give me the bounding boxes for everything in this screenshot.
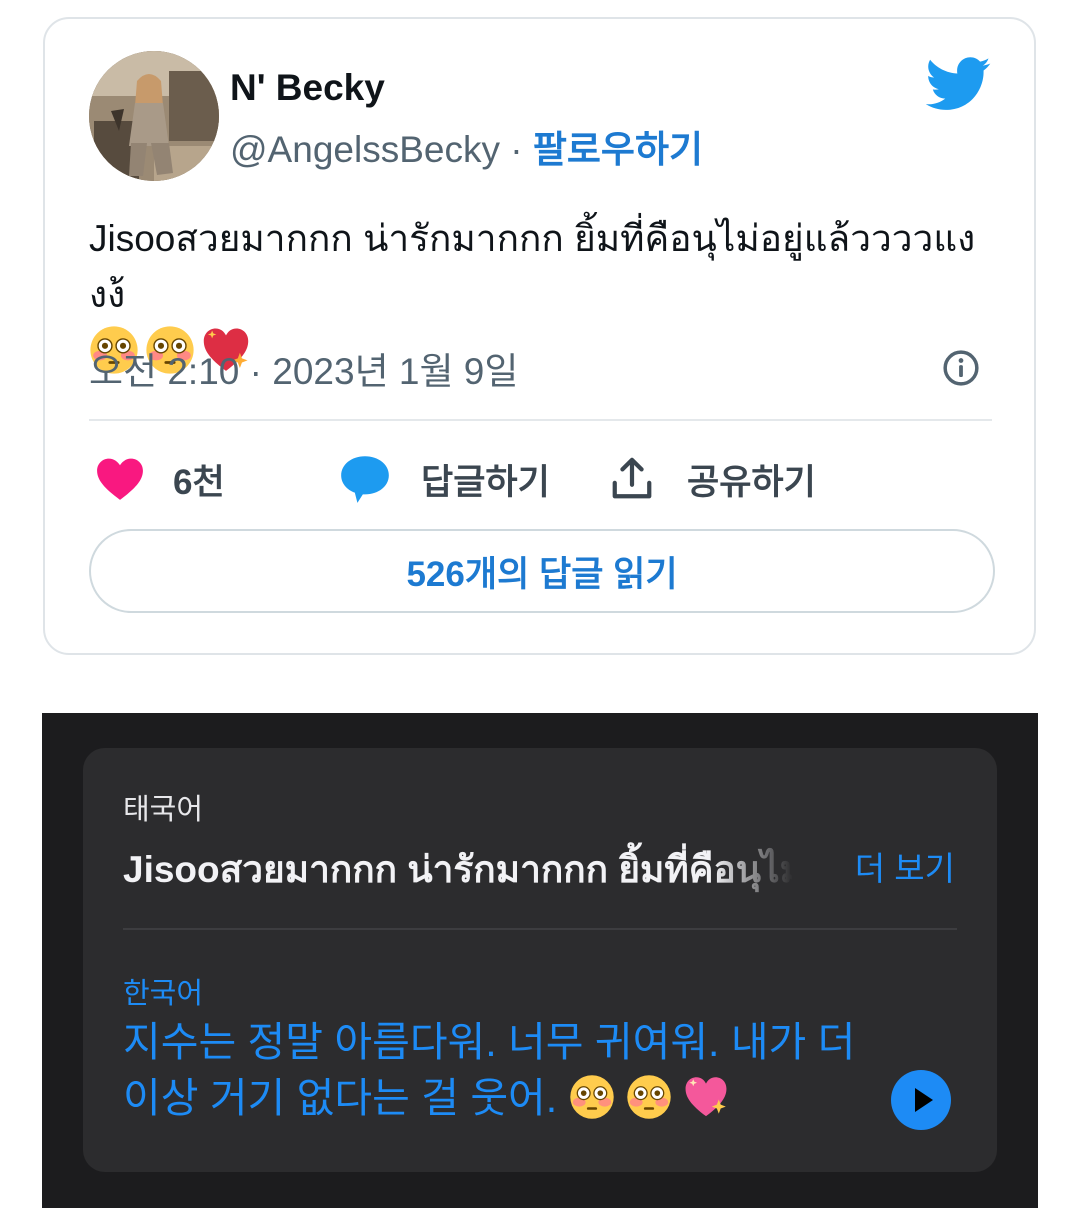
tweet-text: Jisooสวยมากกก น่ารักมากกก ยิ้มที่คือนุไม… [89, 218, 976, 315]
handle-separator: · [499, 129, 533, 170]
author-name[interactable]: N' Becky [230, 67, 385, 109]
tweet-actions: 6천 답글하기 공유하기 [95, 449, 816, 509]
flushed-face-icon [569, 1075, 614, 1119]
share-label: 공유하기 [687, 462, 816, 502]
sparkling-heart-icon [685, 1077, 727, 1117]
avatar[interactable] [89, 51, 219, 181]
more-link[interactable]: 더 보기 [855, 842, 955, 890]
play-audio-button[interactable] [891, 1070, 951, 1130]
translation-card: 태국어 Jisooสวยมากกก น่ารักมากกก ยิ้มที่คือ… [83, 748, 997, 1172]
tweet-card: N' Becky @AngelssBecky · 팔로우하기 Jisooสวยม… [43, 17, 1036, 655]
author-handle[interactable]: @AngelssBecky [230, 129, 500, 170]
tweet-divider [89, 419, 992, 421]
follow-link[interactable]: 팔로우하기 [533, 129, 703, 170]
share-button[interactable]: 공유하기 [609, 449, 816, 509]
reply-label: 답글하기 [421, 462, 550, 502]
share-upload-icon [612, 457, 652, 499]
translated-text: 지수는 정말 아름다워. 너무 귀여워. 내가 더 이상 거기 없다는 걸 웃어… [123, 1019, 856, 1121]
heart-icon [97, 458, 143, 500]
tweet-timestamp[interactable]: 오전 2:10 · 2023년 1월 9일 [89, 341, 518, 395]
source-text: Jisooสวยมากกก น่ารักมากกก ยิ้มที่คือนุไม… [123, 849, 793, 890]
translated-text-block: 지수는 정말 아름다워. 너무 귀여워. 내가 더 이상 거기 없다는 걸 웃어… [123, 1014, 883, 1126]
info-icon[interactable] [942, 349, 980, 387]
reply-button[interactable]: 답글하기 [339, 449, 550, 509]
source-language-label: 태국어 [123, 794, 204, 826]
read-replies-button[interactable]: 526개의 답글 읽기 [89, 529, 995, 613]
play-icon [915, 1088, 933, 1112]
translation-panel: 태국어 Jisooสวยมากกก น่ารักมากกก ยิ้มที่คือ… [42, 713, 1038, 1208]
like-button[interactable]: 6천 [95, 449, 225, 509]
twitter-bird-icon[interactable] [926, 57, 992, 111]
like-count: 6천 [173, 462, 225, 502]
flushed-face-icon [627, 1075, 671, 1119]
avatar-photo [89, 51, 219, 181]
author-handle-line: @AngelssBecky · 팔로우하기 [230, 119, 703, 173]
target-language-label: 한국어 [123, 978, 204, 1010]
translation-divider [123, 928, 957, 930]
speech-bubble-icon [341, 456, 389, 503]
